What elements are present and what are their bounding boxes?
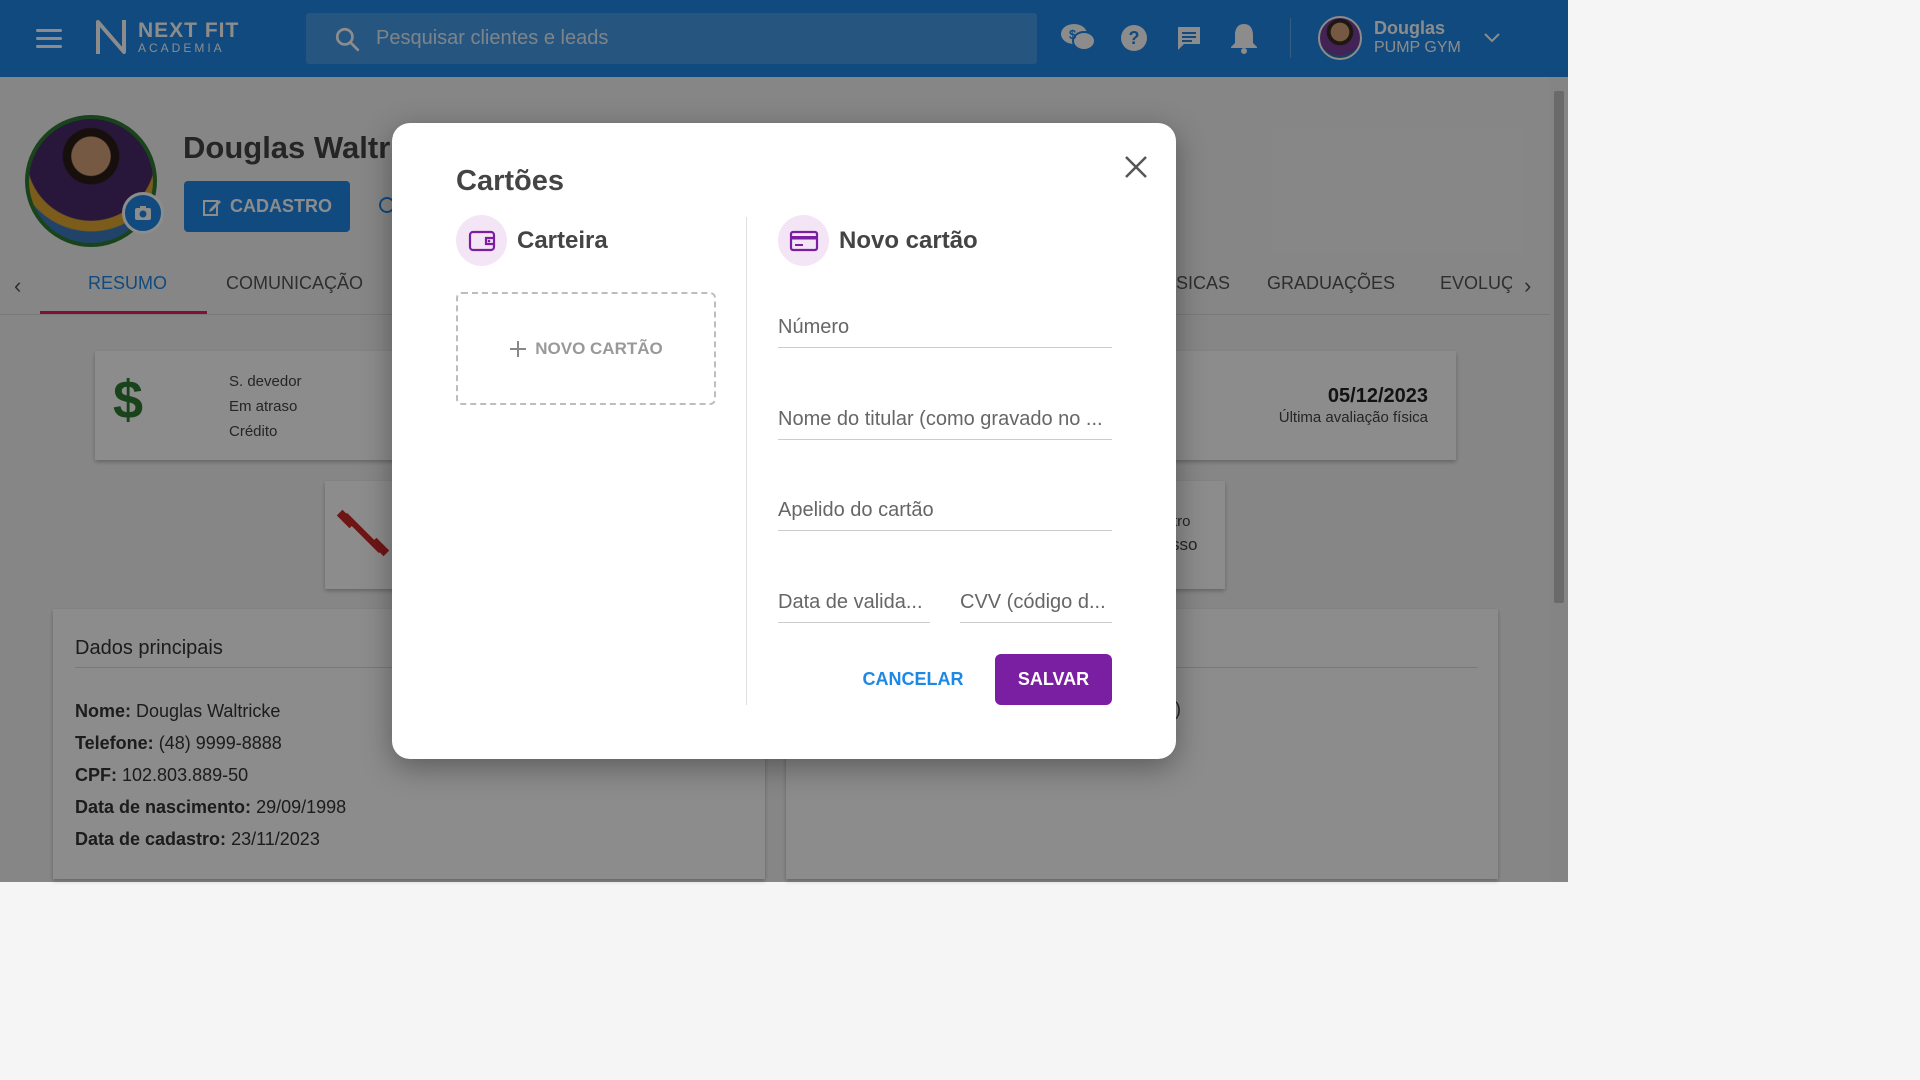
close-icon[interactable]	[1120, 151, 1152, 183]
save-button[interactable]: SALVAR	[995, 654, 1112, 705]
plus-icon	[510, 340, 527, 357]
card-cvv-field	[960, 579, 1112, 623]
card-expiry-input[interactable]	[778, 579, 930, 622]
new-card-title: Novo cartão	[839, 226, 978, 254]
card-cvv-input[interactable]	[960, 579, 1112, 622]
new-card-section-header: Novo cartão	[778, 215, 978, 266]
wallet-icon	[468, 230, 495, 251]
card-number-input[interactable]	[778, 304, 1112, 347]
add-new-card-button[interactable]: NOVO CARTÃO	[456, 292, 716, 405]
card-nickname-input[interactable]	[778, 487, 1112, 530]
card-expiry-field	[778, 579, 930, 623]
add-new-card-label: NOVO CARTÃO	[535, 338, 663, 358]
card-holder-input[interactable]	[778, 396, 1112, 439]
modal-title: Cartões	[456, 165, 564, 197]
wallet-title: Carteira	[517, 226, 608, 254]
card-nickname-field	[778, 487, 1112, 531]
cancel-button[interactable]: CANCELAR	[858, 657, 968, 701]
credit-card-icon	[789, 230, 818, 251]
card-number-field	[778, 304, 1112, 348]
wallet-section-header: Carteira	[456, 215, 608, 266]
cards-modal: Cartões Carteira NOVO CARTÃO Novo cartão…	[392, 123, 1176, 759]
card-holder-field	[778, 396, 1112, 440]
modal-divider	[746, 217, 747, 705]
